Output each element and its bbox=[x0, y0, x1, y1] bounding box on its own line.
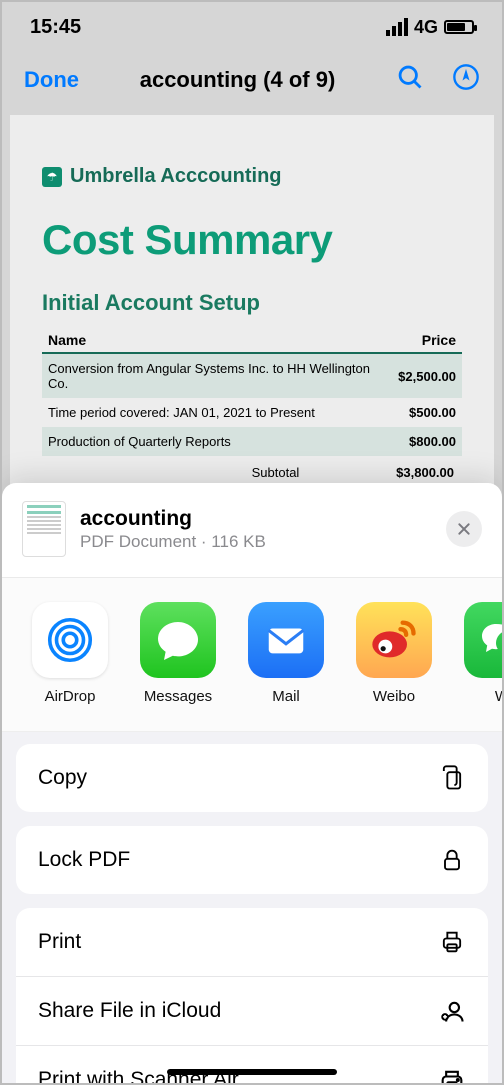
doc-heading: Cost Summary bbox=[42, 216, 462, 264]
battery-icon bbox=[444, 20, 474, 34]
messages-icon bbox=[140, 602, 216, 678]
brand-logo-icon: ☂ bbox=[42, 167, 62, 187]
table-row: Time period covered: JAN 01, 2021 to Pre… bbox=[42, 398, 462, 427]
share-weibo[interactable]: Weibo bbox=[354, 602, 434, 705]
printer-icon bbox=[438, 1066, 466, 1083]
row-name: Production of Quarterly Reports bbox=[42, 427, 392, 456]
row-name: Conversion from Angular Systems Inc. to … bbox=[42, 353, 392, 398]
doc-subheading: Initial Account Setup bbox=[42, 290, 462, 316]
action-print[interactable]: Print bbox=[16, 908, 488, 976]
row-price: $2,500.00 bbox=[392, 353, 462, 398]
status-bar: 15:45 4G bbox=[2, 2, 502, 52]
action-lock-pdf[interactable]: Lock PDF bbox=[16, 826, 488, 894]
share-sheet-header: accounting PDF Document · 116 KB bbox=[2, 483, 502, 578]
share-sheet: accounting PDF Document · 116 KB AirDrop… bbox=[2, 483, 502, 1083]
action-print-scanner-air[interactable]: Print with Scanner Air bbox=[16, 1045, 488, 1083]
copy-icon bbox=[438, 764, 466, 792]
share-title: accounting bbox=[80, 506, 266, 531]
share-label: Mail bbox=[272, 688, 300, 705]
share-actions[interactable]: Copy Lock PDF Print Share File in iCloud bbox=[2, 732, 502, 1083]
table-row: Production of Quarterly Reports $800.00 bbox=[42, 427, 462, 456]
share-label: Messages bbox=[144, 688, 212, 705]
close-icon bbox=[456, 521, 472, 537]
weibo-icon bbox=[356, 602, 432, 678]
share-subtitle: PDF Document · 116 KB bbox=[80, 532, 266, 552]
brand-name: Umbrella Acccounting bbox=[70, 165, 282, 188]
action-copy[interactable]: Copy bbox=[16, 744, 488, 812]
page-title: accounting (4 of 9) bbox=[140, 67, 336, 93]
close-button[interactable] bbox=[446, 511, 482, 547]
share-apps-row[interactable]: AirDrop Messages Mail Weibo bbox=[2, 578, 502, 732]
mail-icon bbox=[248, 602, 324, 678]
done-button[interactable]: Done bbox=[24, 67, 79, 93]
document-page: ☂ Umbrella Acccounting Cost Summary Init… bbox=[10, 115, 494, 545]
action-label: Print bbox=[38, 930, 81, 954]
search-icon[interactable] bbox=[396, 63, 424, 96]
table-row: Conversion from Angular Systems Inc. to … bbox=[42, 353, 462, 398]
share-mail[interactable]: Mail bbox=[246, 602, 326, 705]
document-thumbnail-icon bbox=[22, 501, 66, 557]
markup-icon[interactable] bbox=[452, 63, 480, 96]
status-right: 4G bbox=[386, 17, 474, 38]
wechat-icon bbox=[464, 602, 502, 678]
share-label: AirDrop bbox=[45, 688, 96, 705]
home-indicator[interactable] bbox=[167, 1069, 337, 1075]
share-label: Weibo bbox=[373, 688, 415, 705]
share-airdrop[interactable]: AirDrop bbox=[30, 602, 110, 705]
row-name: Time period covered: JAN 01, 2021 to Pre… bbox=[42, 398, 392, 427]
lock-icon bbox=[438, 846, 466, 874]
status-time: 15:45 bbox=[30, 16, 81, 39]
action-label: Copy bbox=[38, 766, 87, 790]
share-messages[interactable]: Messages bbox=[138, 602, 218, 705]
network-label: 4G bbox=[414, 17, 438, 38]
signal-icon bbox=[386, 18, 408, 36]
row-price: $800.00 bbox=[392, 427, 462, 456]
row-price: $500.00 bbox=[392, 398, 462, 427]
col-price: Price bbox=[392, 328, 462, 353]
action-label: Share File in iCloud bbox=[38, 999, 221, 1023]
airdrop-icon bbox=[32, 602, 108, 678]
person-add-icon bbox=[438, 997, 466, 1025]
share-wechat[interactable]: W bbox=[462, 602, 502, 705]
col-name: Name bbox=[42, 328, 392, 353]
action-label: Lock PDF bbox=[38, 848, 130, 872]
nav-bar: Done accounting (4 of 9) bbox=[2, 52, 502, 107]
print-icon bbox=[438, 928, 466, 956]
action-share-icloud[interactable]: Share File in iCloud bbox=[16, 976, 488, 1045]
cost-table: Name Price Conversion from Angular Syste… bbox=[42, 328, 462, 456]
share-label: W bbox=[495, 688, 502, 705]
